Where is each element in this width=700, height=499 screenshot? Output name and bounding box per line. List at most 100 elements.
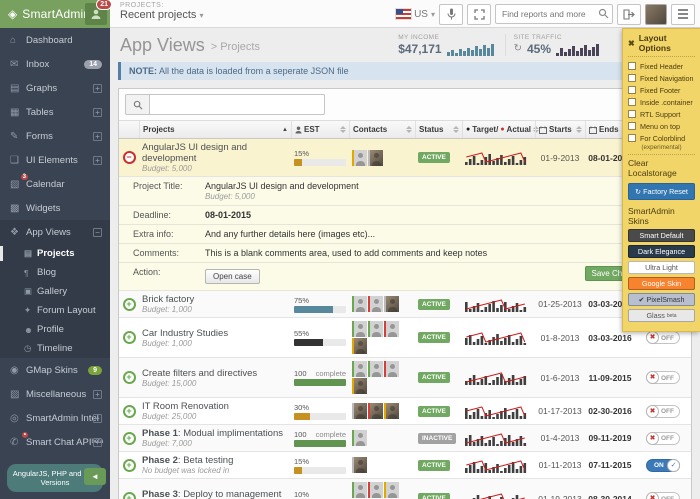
contact-avatar[interactable] [384, 482, 399, 498]
sidebar-item-app-views[interactable]: ❖App Views− [0, 220, 110, 244]
contact-avatar[interactable] [368, 361, 383, 377]
sidebar-item-projects[interactable]: ▤Projects [0, 244, 110, 263]
contact-avatar[interactable] [352, 361, 367, 377]
contact-avatar[interactable] [368, 321, 383, 337]
expand-toggle-icon[interactable]: + [93, 156, 102, 165]
contact-avatar[interactable] [384, 321, 399, 337]
column-status[interactable]: Status [415, 121, 462, 138]
sidebar-item-inbox[interactable]: ✉Inbox14 [0, 52, 110, 76]
expand-toggle-icon[interactable]: − [93, 228, 102, 237]
sidebar-item-ui-elements[interactable]: ❑UI Elements+ [0, 148, 110, 172]
contact-avatar[interactable] [368, 296, 383, 312]
contact-avatar[interactable] [352, 321, 367, 337]
sidebar-item-graphs[interactable]: ▤Graphs+ [0, 76, 110, 100]
sidebar-item-forum-layout[interactable]: ✦Forum Layout [0, 301, 110, 320]
voice-command-button[interactable] [439, 4, 463, 25]
skin-button-google-skin[interactable]: Google Skin [628, 277, 695, 290]
expand-row-button[interactable]: + [123, 492, 136, 499]
sidebar-item-timeline[interactable]: ◷Timeline [0, 339, 110, 358]
contact-photo-avatar[interactable] [352, 338, 367, 354]
contact-avatar[interactable] [368, 482, 383, 498]
contact-photo-avatar[interactable] [368, 150, 383, 166]
expand-toggle-icon[interactable]: + [93, 108, 102, 117]
column-starts[interactable]: Starts [535, 121, 585, 138]
row-toggle-off[interactable]: OFF✖ [646, 432, 680, 445]
contact-avatar[interactable] [352, 482, 367, 498]
row-toggle-off[interactable]: OFF✖ [646, 492, 680, 499]
contact-photo-avatar[interactable] [368, 403, 383, 419]
sidebar-item-smart-chat-api[interactable]: ✆•Smart Chat APIbeta+ [0, 430, 110, 454]
contact-photo-avatar[interactable] [352, 378, 367, 394]
open-case-button[interactable]: Open case [205, 269, 260, 284]
contact-avatar[interactable] [352, 150, 367, 166]
expand-row-button[interactable]: + [123, 371, 136, 384]
expand-row-button[interactable]: + [123, 298, 136, 311]
row-toggle-on[interactable]: ON✓ [646, 459, 680, 472]
checkbox[interactable] [628, 122, 636, 130]
checkbox[interactable] [628, 110, 636, 118]
skin-button-ultra-light[interactable]: Ultra Light [628, 261, 695, 274]
expand-row-button[interactable]: + [123, 331, 136, 344]
expand-toggle-icon[interactable]: + [93, 390, 102, 399]
expand-toggle-icon[interactable]: + [93, 132, 102, 141]
checkbox[interactable] [628, 86, 636, 94]
layout-option-rtl-support[interactable]: RTL Support [628, 108, 695, 120]
contact-photo-avatar[interactable] [352, 403, 367, 419]
checkbox[interactable] [628, 134, 636, 142]
sidebar-item-gmap-skins[interactable]: ◉GMap Skins9 [0, 358, 110, 382]
contact-photo-avatar[interactable] [384, 403, 399, 419]
close-icon[interactable]: ✖ [628, 39, 635, 48]
contact-avatar[interactable] [384, 361, 399, 377]
expand-toggle-icon[interactable]: + [93, 414, 102, 423]
skin-button-dark-elegance[interactable]: Dark Elegance [628, 245, 695, 258]
menu-button[interactable] [671, 4, 695, 25]
contact-photo-avatar[interactable] [384, 296, 399, 312]
sidebar-item-forms[interactable]: ✎Forms+ [0, 124, 110, 148]
language-dropdown[interactable]: US ▾ [396, 9, 435, 20]
contact-avatar[interactable] [352, 296, 367, 312]
expand-row-button[interactable]: + [123, 459, 136, 472]
layout-option-for-colorblind[interactable]: For Colorblind [628, 132, 695, 144]
collapse-row-button[interactable]: − [123, 151, 136, 164]
sidebar-item-miscellaneous[interactable]: ▨Miscellaneous+ [0, 382, 110, 406]
factory-reset-button[interactable]: ↻ Factory Reset [628, 183, 695, 200]
layout-option-inside-container[interactable]: Inside .container [628, 96, 695, 108]
checkbox[interactable] [628, 62, 636, 70]
sidebar-item-blog[interactable]: ¶Blog [0, 263, 110, 282]
skin-button-pixelsmash[interactable]: ✔PixelSmash [628, 293, 695, 306]
column-est[interactable]: EST [291, 121, 349, 138]
checkbox[interactable] [628, 74, 636, 82]
table-search-input[interactable] [149, 94, 325, 115]
recent-projects-dropdown[interactable]: Recent projects ▾ [120, 9, 204, 21]
expand-row-button[interactable]: + [123, 432, 136, 445]
expand-toggle-icon[interactable]: + [93, 438, 102, 447]
sidebar-item-dashboard[interactable]: ⌂Dashboard [0, 28, 110, 52]
collapse-sidebar-button[interactable]: ◄ [84, 468, 106, 485]
layout-option-fixed-header[interactable]: Fixed Header [628, 60, 695, 72]
sidebar-item-widgets[interactable]: ▩Widgets [0, 196, 110, 220]
sidebar-item-tables[interactable]: ▦Tables+ [0, 100, 110, 124]
sidebar-item-profile[interactable]: ☻Profile [0, 320, 110, 339]
logout-button[interactable] [617, 4, 641, 25]
column-target-actual[interactable]: ● Target/ ● Actual [462, 121, 535, 138]
skin-button-smart-default[interactable]: Smart Default [628, 229, 695, 242]
row-toggle-off[interactable]: OFF✖ [646, 331, 680, 344]
checkbox[interactable] [628, 98, 636, 106]
header-search-input[interactable] [495, 4, 613, 24]
user-avatar[interactable] [645, 4, 667, 25]
layout-option-fixed-navigation[interactable]: Fixed Navigation [628, 72, 695, 84]
fullscreen-button[interactable] [467, 4, 491, 25]
sidebar-item-smartadmin-intel[interactable]: ◎SmartAdmin Intel+ [0, 406, 110, 430]
sidebar-item-gallery[interactable]: ▣Gallery [0, 282, 110, 301]
contact-photo-avatar[interactable] [352, 457, 367, 473]
column-projects[interactable]: Projects ▲ [139, 121, 291, 138]
row-toggle-off[interactable]: OFF✖ [646, 405, 680, 418]
skin-button-glass[interactable]: Glassbeta [628, 309, 695, 322]
sidebar-item-calendar[interactable]: ▧3Calendar [0, 172, 110, 196]
expand-toggle-icon[interactable]: + [93, 84, 102, 93]
layout-option-menu-on-top[interactable]: Menu on top [628, 120, 695, 132]
column-contacts[interactable]: Contacts [349, 121, 415, 138]
contact-avatar[interactable] [352, 430, 367, 446]
activity-button[interactable]: 21 [85, 3, 107, 25]
expand-row-button[interactable]: + [123, 405, 136, 418]
